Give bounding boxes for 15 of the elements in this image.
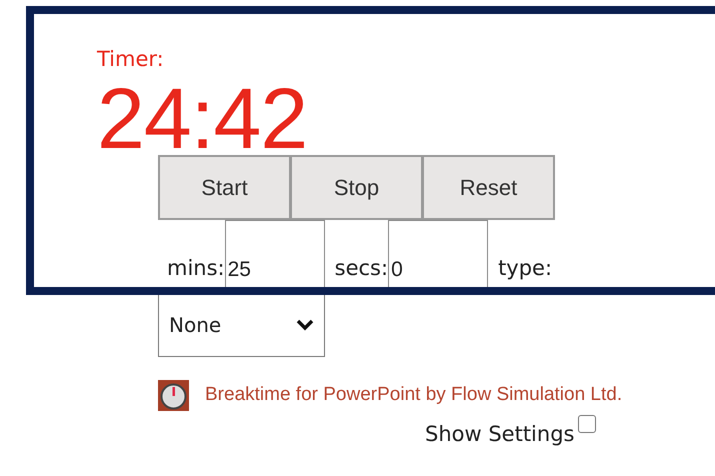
field-label: secs: (334, 256, 388, 280)
show-settings-checkbox[interactable] (578, 415, 596, 433)
timer-button[interactable]: Stop (290, 155, 423, 220)
field-label: type: (498, 256, 552, 280)
type-select[interactable]: None (158, 293, 325, 357)
time-input[interactable]: 25 (224, 220, 325, 290)
field-label: mins: (167, 256, 225, 280)
time-input[interactable]: 0 (388, 220, 488, 290)
timer-button[interactable]: Start (158, 155, 291, 220)
stopwatch-icon (158, 380, 189, 410)
show-settings-label: Show Settings (425, 421, 574, 448)
timer-button[interactable]: Reset (422, 155, 555, 220)
credit-text: Breaktime for PowerPoint by Flow Simulation Ltd. (205, 383, 622, 407)
timer-label: Timer: (97, 46, 165, 73)
chevron-icon (296, 319, 314, 331)
